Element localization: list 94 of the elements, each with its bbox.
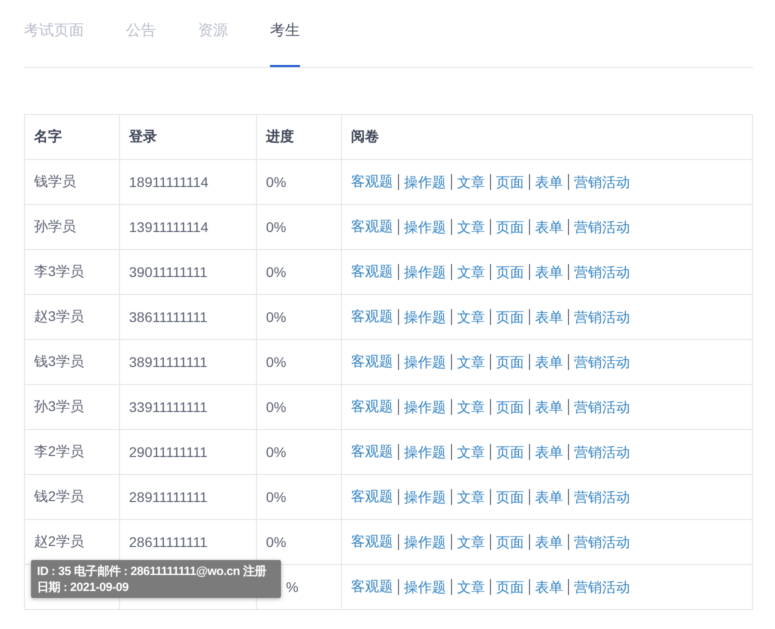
grading-link[interactable]: 营销活动 — [568, 444, 630, 460]
table-cell: 0% — [266, 174, 286, 190]
column-header: 登录 — [120, 114, 256, 160]
table-cell: 28911111111 — [129, 489, 208, 505]
table-cell: 孙学员 — [34, 218, 76, 234]
grading-link[interactable]: 页面 — [490, 534, 524, 550]
grading-link[interactable]: 文章 — [451, 534, 485, 550]
table-cell: 0% — [266, 489, 286, 505]
grading-link[interactable]: 客观题 — [351, 488, 393, 506]
grading-link[interactable]: 页面 — [490, 219, 524, 235]
table-cell: 0% — [266, 219, 286, 235]
grading-link[interactable]: 表单 — [529, 174, 563, 190]
grading-link[interactable]: 营销活动 — [568, 264, 630, 280]
grading-link[interactable]: 客观题 — [351, 218, 393, 236]
grading-link[interactable]: 客观题 — [351, 308, 393, 326]
table-cell: 13911111114 — [129, 219, 208, 235]
grading-link[interactable]: 营销活动 — [568, 309, 630, 325]
tooltip: ID : 35 电子邮件 : 28611111111@wo.cn 注册日期 : 2021-09-09 — [31, 560, 281, 598]
table-cell: 钱3学员 — [34, 353, 84, 369]
table-cell: 李3学员 — [34, 263, 84, 279]
table-cell: 赵3学员 — [34, 308, 84, 324]
grading-link[interactable]: 文章 — [451, 309, 485, 325]
grading-link[interactable]: 表单 — [529, 534, 563, 550]
table-cell: 0% — [266, 354, 286, 370]
table-cell: 0% — [266, 534, 286, 550]
grading-link[interactable]: 营销活动 — [568, 399, 630, 415]
column-header: 名字 — [24, 114, 120, 160]
table-cell: 29011111111 — [129, 444, 208, 460]
table-cell: 0% — [266, 309, 286, 325]
grading-link[interactable]: 操作题 — [398, 264, 446, 280]
grading-link[interactable]: 表单 — [529, 309, 563, 325]
grading-link[interactable]: 客观题 — [351, 398, 393, 416]
grading-link[interactable]: 表单 — [529, 264, 563, 280]
table-cell: 钱学员 — [34, 173, 76, 189]
tab[interactable]: 考生 — [270, 0, 300, 67]
table-cell: 38611111111 — [129, 309, 208, 325]
grading-link[interactable]: 操作题 — [398, 444, 446, 460]
table-cell: 33911111111 — [129, 399, 208, 415]
grading-link[interactable]: 文章 — [451, 219, 485, 235]
grading-link[interactable]: 操作题 — [398, 399, 446, 415]
grading-link[interactable]: 表单 — [529, 444, 563, 460]
grading-link[interactable]: 文章 — [451, 579, 485, 595]
grading-link[interactable]: 文章 — [451, 489, 485, 505]
grading-link[interactable]: 表单 — [529, 354, 563, 370]
table-cell: 0% — [266, 444, 286, 460]
grading-link[interactable]: 文章 — [451, 264, 485, 280]
table-cell: 孙3学员 — [34, 398, 84, 414]
grading-link[interactable]: 客观题 — [351, 173, 393, 191]
grading-link[interactable]: 表单 — [529, 399, 563, 415]
grading-link[interactable]: 操作题 — [398, 219, 446, 235]
grading-link[interactable]: 页面 — [490, 444, 524, 460]
grading-link[interactable]: 页面 — [490, 309, 524, 325]
grading-link[interactable]: 营销活动 — [568, 534, 630, 550]
grading-link[interactable]: 文章 — [451, 444, 485, 460]
grading-link[interactable]: 客观题 — [351, 263, 393, 281]
grading-link[interactable]: 操作题 — [398, 354, 446, 370]
table-cell: 28611111111 — [129, 534, 208, 550]
grading-link[interactable]: 客观题 — [351, 353, 393, 371]
grading-link[interactable]: 营销活动 — [568, 579, 630, 595]
grading-link[interactable]: 页面 — [490, 354, 524, 370]
grading-link[interactable]: 文章 — [451, 399, 485, 415]
grading-link[interactable]: 客观题 — [351, 578, 393, 596]
grading-link[interactable]: 操作题 — [398, 534, 446, 550]
grading-link[interactable]: 客观题 — [351, 443, 393, 461]
table-cell: 18911111114 — [129, 174, 208, 190]
grading-link[interactable]: 表单 — [529, 219, 563, 235]
grading-link[interactable]: 页面 — [490, 579, 524, 595]
grading-link[interactable]: 页面 — [490, 264, 524, 280]
table-cell: 0% — [266, 264, 286, 280]
table-cell: 38911111111 — [129, 354, 208, 370]
grading-link[interactable]: 表单 — [529, 489, 563, 505]
grading-link[interactable]: 营销活动 — [568, 354, 630, 370]
table-cell: 0% — [266, 399, 286, 415]
grading-link[interactable]: 操作题 — [398, 174, 446, 190]
grading-link[interactable]: 营销活动 — [568, 219, 630, 235]
grading-link[interactable]: 文章 — [451, 354, 485, 370]
grading-link[interactable]: 表单 — [529, 579, 563, 595]
column-header: 进度 — [256, 114, 342, 160]
grading-link[interactable]: 营销活动 — [568, 489, 630, 505]
grading-link[interactable]: 文章 — [451, 174, 485, 190]
grading-link[interactable]: 操作题 — [398, 309, 446, 325]
column-header: 阅卷 — [342, 114, 752, 160]
grading-link[interactable]: 页面 — [490, 399, 524, 415]
grading-link[interactable]: 页面 — [490, 174, 524, 190]
table-cell: 39011111111 — [129, 264, 208, 280]
grading-link[interactable]: 营销活动 — [568, 174, 630, 190]
table-cell: 钱2学员 — [34, 488, 84, 504]
table-cell: % — [286, 579, 298, 595]
table-cell: 赵2学员 — [34, 533, 84, 549]
table-cell: 李2学员 — [34, 443, 84, 459]
grading-link[interactable]: 页面 — [490, 489, 524, 505]
grading-link[interactable]: 操作题 — [398, 489, 446, 505]
grading-link[interactable]: 操作题 — [398, 579, 446, 595]
grading-link[interactable]: 客观题 — [351, 533, 393, 551]
